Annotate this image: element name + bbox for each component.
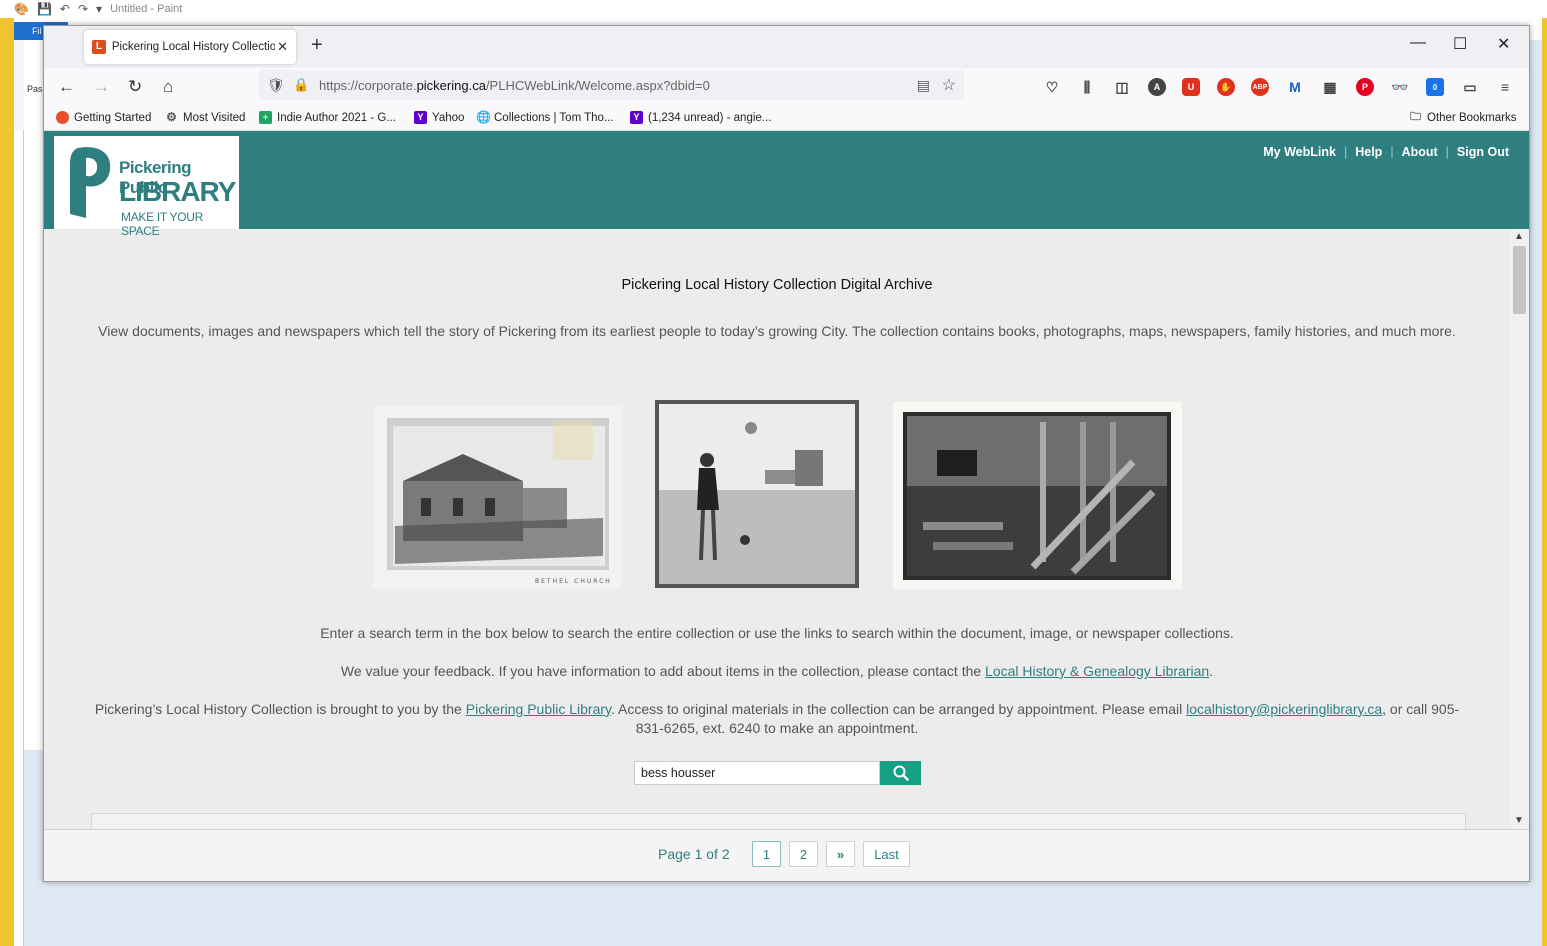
page-2-button[interactable]: 2	[789, 841, 818, 867]
about-link[interactable]: About	[1402, 145, 1438, 159]
account-icon[interactable]: A	[1148, 78, 1166, 96]
photo-caption: BETHEL CHURCH	[535, 578, 612, 585]
forward-icon[interactable]: →	[93, 77, 110, 97]
next-page-button[interactable]: »	[826, 841, 855, 867]
adblock-plus-icon[interactable]: ABP	[1251, 78, 1269, 96]
bookmark-collections[interactable]: 🌐 Collections | Tom Tho...	[476, 111, 614, 124]
yahoo-mail-icon: Y	[630, 111, 643, 124]
search-icon	[893, 765, 909, 781]
folder-icon: 🗀	[1410, 111, 1421, 123]
bookmark-star-icon[interactable]: ☆	[942, 75, 956, 95]
glasses-extension-icon[interactable]: 👓	[1391, 78, 1409, 96]
home-icon[interactable]: ⌂	[163, 77, 173, 97]
bookmark-yahoo-mail[interactable]: Y (1,234 unread) - angie...	[630, 111, 771, 124]
sign-out-link[interactable]: Sign Out	[1457, 145, 1509, 159]
lock-icon[interactable]: 🔒	[293, 77, 309, 93]
browser-tab[interactable]: L Pickering Local History Collectio ✕	[84, 30, 296, 64]
reader-view-icon[interactable]: ▤	[917, 77, 930, 94]
my-weblink-link[interactable]: My WebLink	[1263, 145, 1336, 159]
back-icon[interactable]: ←	[58, 77, 75, 97]
quick-access-toolbar: 🎨 💾 ↶ ↷ ▾	[14, 2, 102, 16]
sheets-icon: +	[259, 111, 272, 124]
redo-icon[interactable]: ↷	[78, 2, 88, 16]
top-nav: My WebLink | Help | About | Sign Out	[1263, 145, 1509, 159]
pagination-bar: Page 1 of 2 1 2 » Last	[44, 829, 1529, 881]
credits-text: Pickering’s Local History Collection is …	[94, 701, 1460, 736]
page-title: Pickering Local History Collection Digit…	[621, 277, 933, 293]
close-tab-icon[interactable]: ✕	[277, 39, 288, 55]
yahoo-icon: Y	[414, 111, 427, 124]
tracking-shield-icon[interactable]: 🛡	[267, 77, 285, 94]
paint-app-icon: 🎨	[14, 2, 29, 16]
undo-icon[interactable]: ↶	[60, 2, 70, 16]
page-scrollbar[interactable]: ▲ ▼	[1510, 229, 1529, 829]
library-icon[interactable]: ⫼	[1078, 78, 1096, 96]
web-page: Pickering Public LIBRARY MAKE IT YOUR SP…	[44, 131, 1529, 881]
bookmarks-bar: Getting Started ⚙ Most Visited + Indie Aut…	[44, 108, 1529, 131]
photo-bethel-church[interactable]: BETHEL CHURCH	[373, 406, 621, 589]
maximize-icon[interactable]: ☐	[1453, 34, 1467, 54]
help-link[interactable]: Help	[1355, 145, 1382, 159]
logo-mark-icon	[70, 147, 111, 218]
nav-separator: |	[1343, 145, 1348, 159]
bookmark-getting-started[interactable]: Getting Started	[56, 111, 151, 124]
page-1-button[interactable]: 1	[752, 841, 781, 867]
search-input[interactable]: bess housser	[634, 761, 880, 785]
last-page-button[interactable]: Last	[863, 841, 910, 867]
email-link[interactable]: localhistory@pickeringlibrary.ca	[1186, 701, 1382, 717]
document-extension-icon[interactable]: ▭	[1461, 78, 1479, 96]
url-text[interactable]: https://corporate.pickering.ca/PLHCWebLi…	[319, 78, 710, 93]
library-logo[interactable]: Pickering Public LIBRARY MAKE IT YOUR SP…	[54, 136, 239, 238]
scroll-up-icon[interactable]: ▲	[1514, 231, 1524, 242]
paint-panel	[24, 40, 44, 750]
bookmark-most-visited[interactable]: ⚙ Most Visited	[165, 111, 245, 124]
tab-favicon: L	[92, 40, 106, 54]
feedback-text: We value your feedback. If you have info…	[340, 663, 1214, 679]
tab-bar: L Pickering Local History Collectio ✕ + …	[44, 26, 1529, 68]
grid-extension-icon[interactable]: ▦	[1321, 78, 1339, 96]
search-instructions: Enter a search term in the box below to …	[320, 625, 1234, 641]
firefox-icon	[56, 111, 69, 124]
intro-text: View documents, images and newspapers wh…	[98, 323, 1456, 339]
close-window-icon[interactable]: ✕	[1497, 34, 1510, 54]
browser-window: L Pickering Local History Collectio ✕ + …	[43, 25, 1530, 882]
nav-separator: |	[1445, 145, 1449, 159]
paste-label[interactable]: Pas	[27, 84, 43, 94]
photo-work-crew[interactable]	[893, 402, 1182, 589]
pinterest-icon[interactable]: P	[1356, 78, 1374, 96]
tab-title: Pickering Local History Collectio	[111, 41, 276, 53]
page-info: Page 1 of 2	[658, 846, 730, 862]
pocket-icon[interactable]: ♡	[1043, 78, 1061, 96]
bookmark-indie-author[interactable]: + Indie Author 2021 - G...	[259, 111, 396, 124]
url-bar[interactable]: 🛡 🔒 https://corporate.pickering.ca/PLHCW…	[259, 70, 964, 100]
gear-icon: ⚙	[166, 110, 177, 124]
logo-line2: LIBRARY	[119, 176, 236, 207]
photo-beach-woman[interactable]	[655, 400, 859, 588]
librarian-link[interactable]: Local History & Genealogy Librarian	[985, 663, 1209, 679]
stop-icon[interactable]: ✋	[1217, 78, 1235, 96]
minimize-icon[interactable]: —	[1410, 34, 1426, 52]
ublock-icon[interactable]: U	[1182, 78, 1200, 96]
nav-separator: |	[1390, 145, 1394, 159]
m-extension-icon[interactable]: M	[1286, 78, 1304, 96]
reload-icon[interactable]: ↻	[128, 77, 142, 97]
scroll-thumb[interactable]	[1513, 246, 1526, 314]
scroll-down-icon[interactable]: ▼	[1514, 815, 1524, 826]
paint-title-bar: 🎨 💾 ↶ ↷ ▾ Untitled - Paint	[0, 0, 1547, 18]
search-button[interactable]	[880, 761, 921, 785]
other-bookmarks[interactable]: 🗀 Other Bookmarks	[1409, 111, 1516, 124]
bookmark-yahoo[interactable]: Y Yahoo	[414, 111, 464, 124]
library-link[interactable]: Pickering Public Library	[466, 701, 611, 717]
site-header: Pickering Public LIBRARY MAKE IT YOUR SP…	[44, 131, 1529, 238]
menu-icon[interactable]: ≡	[1496, 78, 1514, 96]
customize-dropdown-icon[interactable]: ▾	[96, 2, 102, 16]
globe-icon: 🌐	[476, 110, 491, 124]
notification-extension-icon[interactable]: 0	[1426, 78, 1444, 96]
sidebar-icon[interactable]: ◫	[1113, 78, 1131, 96]
new-tab-icon[interactable]: +	[311, 34, 323, 57]
paint-title: Untitled - Paint	[110, 3, 183, 15]
save-icon[interactable]: 💾	[37, 2, 52, 16]
paint-ruler	[14, 130, 24, 946]
main-content: Pickering Local History Collection Digit…	[44, 229, 1510, 834]
